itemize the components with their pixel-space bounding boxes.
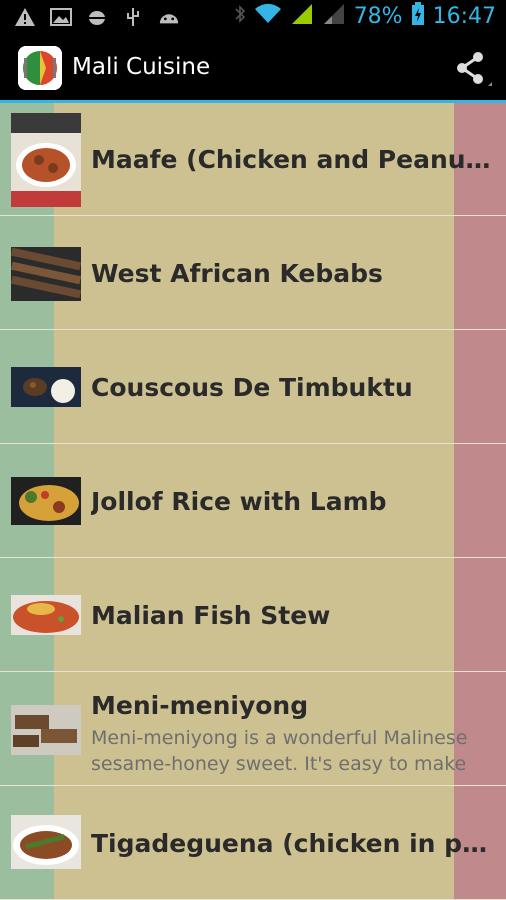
android-icon [158,6,180,28]
battery-percent: 78% [353,3,403,29]
list-item[interactable]: Meni-meniyong Meni-meniyong is a wonderf… [0,673,506,786]
recipe-thumbnail [11,113,81,207]
list-item[interactable]: Maafe (Chicken and Peanut St… [0,103,506,216]
recipe-list[interactable]: Maafe (Chicken and Peanut St… West Afric… [0,103,506,900]
list-item[interactable]: Malian Fish Stew [0,559,506,672]
recipe-title: Couscous De Timbuktu [91,373,413,402]
recipe-thumbnail [11,705,81,755]
recipe-thumbnail [11,247,81,301]
recipe-title: Maafe (Chicken and Peanut St… [91,145,496,174]
warning-icon [14,6,36,28]
bluetooth-icon [234,3,246,29]
recipe-title: Meni-meniyong [91,690,309,720]
recipe-title: Tigadeguena (chicken in pean… [91,829,496,858]
recipe-title: West African Kebabs [91,259,383,288]
app-title: Mali Cuisine [72,54,211,80]
usb-icon [122,6,144,28]
signal-icon [290,2,314,30]
recipe-description: Meni-meniyong is a wonderful Malinese se… [91,727,468,775]
share-icon[interactable] [452,48,492,88]
list-item[interactable]: Jollof Rice with Lamb [0,445,506,558]
signal-icon-2 [322,2,346,30]
action-bar: Mali Cuisine [0,36,506,100]
recipe-thumbnail [11,815,81,869]
image-icon [50,6,72,28]
wifi-icon [254,3,282,29]
recipe-title: Malian Fish Stew [91,601,331,630]
battery-icon [411,2,425,30]
android-debug-icon [86,6,108,28]
list-item[interactable]: West African Kebabs [0,217,506,330]
status-bar: 78% 16:47 [0,0,506,36]
list-item[interactable]: Couscous De Timbuktu [0,331,506,444]
recipe-thumbnail [11,367,81,407]
list-item[interactable]: Tigadeguena (chicken in pean… [0,787,506,900]
recipe-thumbnail [11,595,81,635]
recipe-title: Jollof Rice with Lamb [91,487,387,516]
clock: 16:47 [432,3,496,29]
recipe-thumbnail [11,477,81,525]
app-icon[interactable] [18,46,62,90]
